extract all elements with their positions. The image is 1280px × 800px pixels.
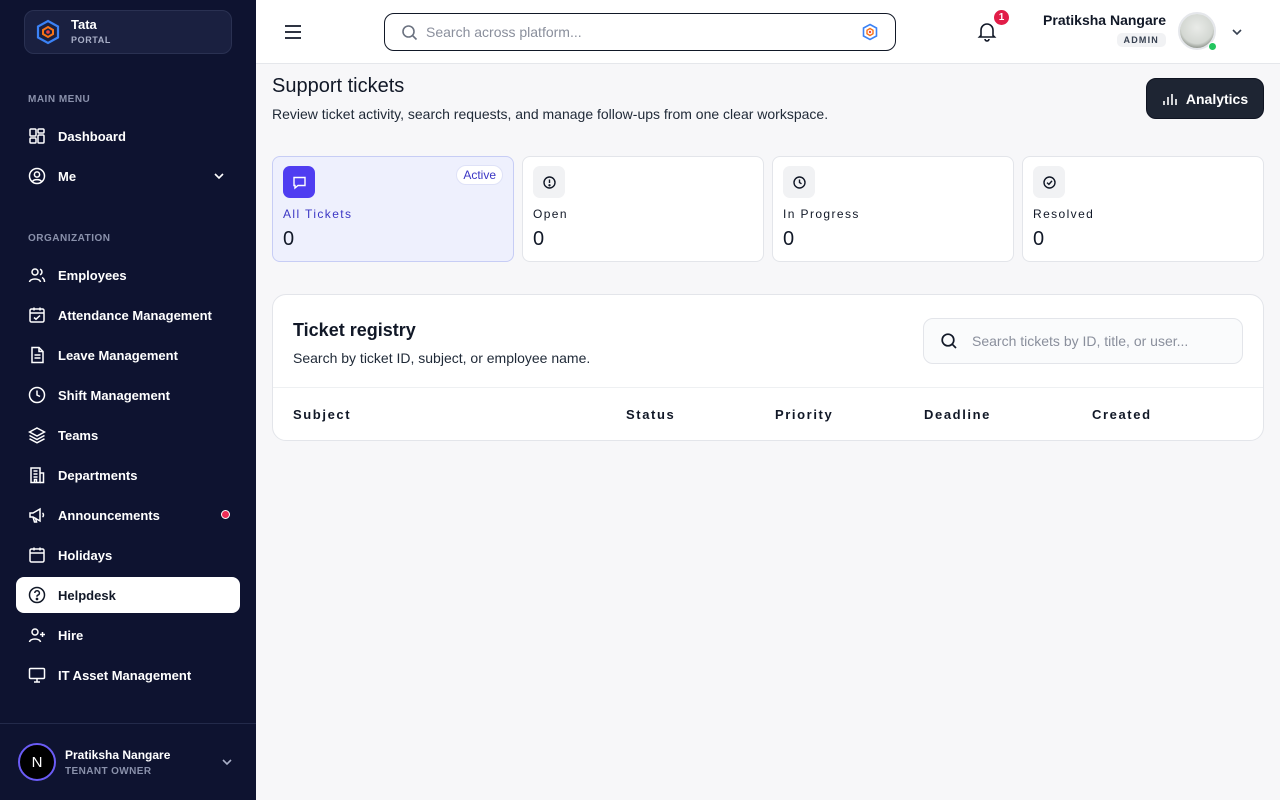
calendar-icon — [28, 546, 46, 564]
calendar-check-icon — [28, 306, 46, 324]
stat-card-all-tickets[interactable]: Active All Tickets 0 — [272, 156, 514, 262]
registry-subtitle: Search by ticket ID, subject, or employe… — [293, 350, 591, 366]
check-circle-icon — [1033, 166, 1065, 198]
column-header-status[interactable]: Status — [626, 407, 675, 422]
column-header-created[interactable]: Created — [1092, 407, 1152, 422]
chat-icon — [283, 166, 315, 198]
tata-logo-icon — [36, 19, 60, 45]
stat-label: In Progress — [783, 207, 860, 221]
user-plus-icon — [28, 626, 46, 644]
ticket-search[interactable] — [923, 318, 1243, 364]
stat-value: 0 — [533, 228, 545, 250]
sidebar-item-attendance[interactable]: Attendance Management — [16, 297, 240, 333]
sidebar-item-hire[interactable]: Hire — [16, 617, 240, 653]
chevron-down-icon — [222, 759, 232, 766]
sidebar-item-holidays[interactable]: Holidays — [16, 537, 240, 573]
ai-assist-icon[interactable] — [861, 23, 879, 41]
topbar-user-name: Pratiksha Nangare — [1043, 12, 1166, 28]
notification-count-badge: 1 — [993, 9, 1010, 26]
page-subtitle: Review ticket activity, search requests,… — [272, 106, 829, 122]
online-status-dot — [1208, 42, 1217, 51]
column-header-deadline[interactable]: Deadline — [924, 407, 991, 422]
active-badge: Active — [456, 165, 503, 185]
avatar: N — [18, 743, 56, 781]
page-title: Support tickets — [272, 75, 405, 97]
registry-title: Ticket registry — [293, 320, 416, 340]
users-icon — [28, 266, 46, 284]
sidebar: Tata PORTAL MAIN MENU Dashboard Me ORGAN… — [0, 0, 256, 800]
sidebar-item-label: Departments — [58, 467, 138, 483]
sidebar-item-label: Dashboard — [58, 128, 126, 144]
alert-circle-icon — [533, 166, 565, 198]
clock-icon — [783, 166, 815, 198]
footer-user-role: TENANT OWNER — [65, 765, 152, 777]
building-icon — [28, 466, 46, 484]
stat-card-open[interactable]: Open 0 — [522, 156, 764, 262]
document-icon — [28, 346, 46, 364]
role-badge: ADMIN — [1116, 33, 1166, 47]
search-icon — [941, 333, 957, 349]
sidebar-item-label: IT Asset Management — [58, 667, 192, 683]
stat-value: 0 — [1033, 228, 1045, 250]
dashboard-icon — [28, 127, 46, 145]
monitor-icon — [28, 666, 46, 684]
sidebar-item-label: Helpdesk — [58, 587, 116, 603]
sidebar-item-label: Attendance Management — [58, 307, 212, 323]
bar-chart-icon — [1163, 93, 1177, 105]
sidebar-item-employees[interactable]: Employees — [16, 257, 240, 293]
organization-label: ORGANIZATION — [28, 233, 111, 244]
topbar: 1 Pratiksha Nangare ADMIN — [256, 0, 1280, 64]
stat-label: All Tickets — [283, 207, 353, 221]
stat-value: 0 — [283, 228, 295, 250]
sidebar-item-label: Teams — [58, 427, 99, 443]
brand-sub: PORTAL — [71, 34, 111, 45]
search-icon — [402, 24, 418, 40]
stat-card-in-progress[interactable]: In Progress 0 — [772, 156, 1014, 262]
user-circle-icon — [28, 167, 46, 185]
sidebar-item-label: Hire — [58, 627, 84, 643]
global-search[interactable] — [384, 13, 896, 51]
stat-label: Open — [533, 207, 568, 221]
hamburger-menu-icon[interactable] — [282, 21, 304, 43]
ticket-registry: Ticket registry Search by ticket ID, sub… — [272, 294, 1264, 441]
sidebar-item-it-assets[interactable]: IT Asset Management — [16, 657, 240, 693]
sidebar-item-label: Holidays — [58, 547, 113, 563]
sidebar-item-helpdesk[interactable]: Helpdesk — [16, 577, 240, 613]
chevron-down-icon[interactable] — [1230, 25, 1244, 39]
stat-label: Resolved — [1033, 207, 1095, 221]
analytics-button[interactable]: Analytics — [1146, 78, 1264, 119]
megaphone-icon — [28, 506, 46, 524]
sidebar-item-shift[interactable]: Shift Management — [16, 377, 240, 413]
brand-switcher[interactable]: Tata PORTAL — [24, 10, 232, 54]
stat-card-resolved[interactable]: Resolved 0 — [1022, 156, 1264, 262]
sidebar-item-label: Announcements — [58, 507, 160, 523]
layers-icon — [28, 426, 46, 444]
unread-dot — [221, 510, 230, 519]
stat-value: 0 — [783, 228, 795, 250]
footer-user-name: Pratiksha Nangare — [65, 747, 171, 762]
sidebar-item-announcements[interactable]: Announcements — [16, 497, 240, 533]
sidebar-item-label: Employees — [58, 267, 127, 283]
main-menu-label: MAIN MENU — [28, 94, 91, 105]
brand-name: Tata — [71, 17, 97, 33]
ticket-search-input[interactable] — [972, 333, 1232, 349]
divider — [273, 387, 1263, 388]
sidebar-item-dashboard[interactable]: Dashboard — [16, 118, 240, 154]
chevron-down-icon[interactable] — [212, 169, 226, 183]
column-header-priority[interactable]: Priority — [775, 407, 833, 422]
sidebar-item-teams[interactable]: Teams — [16, 417, 240, 453]
sidebar-item-label: Leave Management — [58, 347, 178, 363]
clock-icon — [28, 386, 46, 404]
sidebar-item-label: Me — [58, 168, 77, 184]
sidebar-item-leave[interactable]: Leave Management — [16, 337, 240, 373]
global-search-input[interactable] — [426, 24, 846, 40]
column-header-subject[interactable]: Subject — [293, 407, 351, 422]
analytics-label: Analytics — [1185, 90, 1249, 107]
topbar-user[interactable]: Pratiksha Nangare ADMIN — [1040, 12, 1166, 48]
sidebar-item-departments[interactable]: Departments — [16, 457, 240, 493]
help-circle-icon — [28, 586, 46, 604]
sidebar-item-label: Shift Management — [58, 387, 170, 403]
sidebar-user-menu[interactable]: N Pratiksha Nangare TENANT OWNER — [0, 723, 256, 800]
sidebar-item-me[interactable]: Me — [16, 158, 240, 194]
